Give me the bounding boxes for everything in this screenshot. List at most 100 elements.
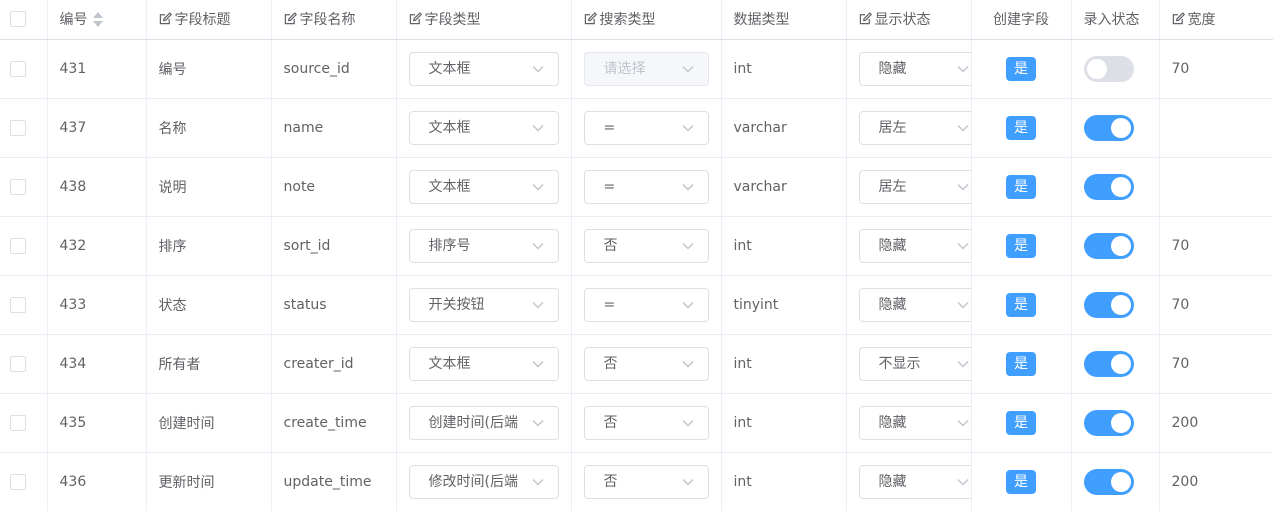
field-type-value: 文本框 xyxy=(428,355,471,372)
row-checkbox[interactable] xyxy=(10,414,26,431)
display-select[interactable]: 隐藏 xyxy=(858,228,970,263)
field-type-select[interactable]: 文本框 xyxy=(408,346,559,381)
row-select-cell xyxy=(0,216,48,276)
chevron-down-icon xyxy=(957,301,968,308)
chevron-down-icon xyxy=(957,360,968,367)
field-type-value: 创建时间(后端 xyxy=(428,414,518,431)
select-all-checkbox[interactable] xyxy=(10,11,26,28)
cell-create: 是 xyxy=(971,98,1072,158)
row-checkbox[interactable] xyxy=(10,296,26,313)
search-type-select[interactable]: 否 xyxy=(583,228,709,263)
header-id[interactable]: 编号 xyxy=(47,0,147,40)
cell-width: 70 xyxy=(1159,216,1273,276)
row-checkbox[interactable] xyxy=(10,237,26,254)
switch-knob xyxy=(1110,235,1131,256)
cell-name: creater_id xyxy=(271,334,397,394)
field-type-value: 文本框 xyxy=(428,60,471,77)
chevron-down-icon xyxy=(957,419,968,426)
cell-name: name xyxy=(271,98,397,158)
cell-data-type: int xyxy=(721,334,847,394)
cell-width: 70 xyxy=(1159,334,1273,394)
chevron-down-icon xyxy=(682,65,693,72)
header-name-label: 字段名称 xyxy=(299,12,356,29)
display-select[interactable]: 隐藏 xyxy=(858,287,970,322)
row-checkbox[interactable] xyxy=(10,355,26,372)
search-type-select[interactable]: = xyxy=(583,287,709,322)
cell-name: update_time xyxy=(271,452,397,511)
header-search-type-label: 搜索类型 xyxy=(599,12,656,29)
field-type-select[interactable]: 创建时间(后端 xyxy=(408,405,559,440)
search-type-select[interactable]: 否 xyxy=(583,464,709,499)
display-value: 隐藏 xyxy=(878,237,907,254)
cell-name: note xyxy=(271,157,397,217)
header-search-type: 搜索类型 xyxy=(571,0,722,40)
chevron-down-icon xyxy=(682,478,693,485)
cell-data-type: tinyint xyxy=(721,275,847,335)
display-select[interactable]: 居左 xyxy=(858,110,970,145)
search-type-value: = xyxy=(603,296,616,313)
chevron-down-icon xyxy=(682,183,693,190)
cell-create: 是 xyxy=(971,393,1072,453)
search-type-value: 否 xyxy=(603,414,618,431)
chevron-down-icon xyxy=(532,183,543,190)
display-select[interactable]: 隐藏 xyxy=(858,405,970,440)
input-switch[interactable] xyxy=(1083,173,1134,200)
field-type-select[interactable]: 开关按钮 xyxy=(408,287,559,322)
field-type-select[interactable]: 文本框 xyxy=(408,110,559,145)
input-switch[interactable] xyxy=(1083,468,1134,495)
cell-create: 是 xyxy=(971,216,1072,276)
search-type-select[interactable]: = xyxy=(583,110,709,145)
cell-name: source_id xyxy=(271,39,397,99)
search-type-select[interactable]: 请选择 xyxy=(583,51,709,86)
cell-width: 200 xyxy=(1159,393,1273,453)
input-switch[interactable] xyxy=(1083,232,1134,259)
row-checkbox[interactable] xyxy=(10,473,26,490)
row-checkbox[interactable] xyxy=(10,178,26,195)
input-switch[interactable] xyxy=(1083,409,1134,436)
edit-icon xyxy=(1172,12,1185,25)
row-checkbox[interactable] xyxy=(10,119,26,136)
create-badge: 是 xyxy=(1006,56,1036,81)
chevron-down-icon xyxy=(532,301,543,308)
cell-data-type: int xyxy=(721,39,847,99)
field-type-select[interactable]: 文本框 xyxy=(408,51,559,86)
cell-create: 是 xyxy=(971,452,1072,511)
chevron-down-icon xyxy=(682,360,693,367)
input-switch[interactable] xyxy=(1083,114,1134,141)
input-switch[interactable] xyxy=(1083,350,1134,377)
display-select[interactable]: 隐藏 xyxy=(858,51,970,86)
search-type-select[interactable]: = xyxy=(583,169,709,204)
display-select[interactable]: 隐藏 xyxy=(858,464,970,499)
cell-search-type: 否 xyxy=(571,334,722,394)
chevron-down-icon xyxy=(957,124,968,131)
create-badge: 是 xyxy=(1006,469,1036,494)
cell-create: 是 xyxy=(971,157,1072,217)
row-select-cell xyxy=(0,157,48,217)
row-checkbox[interactable] xyxy=(10,60,26,77)
field-type-select[interactable]: 排序号 xyxy=(408,228,559,263)
display-value: 隐藏 xyxy=(878,473,907,490)
input-switch[interactable] xyxy=(1083,291,1134,318)
search-type-select[interactable]: 否 xyxy=(583,405,709,440)
header-width-label: 宽度 xyxy=(1187,12,1216,29)
cell-display: 隐藏 xyxy=(846,275,972,335)
row-select-cell xyxy=(0,334,48,394)
input-switch[interactable] xyxy=(1083,55,1134,82)
display-select[interactable]: 居左 xyxy=(858,169,970,204)
switch-knob xyxy=(1110,117,1131,138)
switch-knob xyxy=(1110,176,1131,197)
table-row: 436 更新时间 update_time 修改时间(后端 否 int 隐藏 是 … xyxy=(0,452,1273,511)
cell-width xyxy=(1159,98,1273,158)
cell-display: 居左 xyxy=(846,157,972,217)
field-type-select[interactable]: 文本框 xyxy=(408,169,559,204)
cell-input xyxy=(1071,216,1160,276)
sort-caret-icon[interactable] xyxy=(92,11,105,29)
display-select[interactable]: 不显示 xyxy=(858,346,970,381)
search-type-select[interactable]: 否 xyxy=(583,346,709,381)
row-select-cell xyxy=(0,275,48,335)
chevron-down-icon xyxy=(532,124,543,131)
chevron-down-icon xyxy=(532,65,543,72)
cell-id: 435 xyxy=(47,393,147,453)
table-row: 434 所有者 creater_id 文本框 否 int 不显示 是 70 xyxy=(0,334,1273,394)
field-type-select[interactable]: 修改时间(后端 xyxy=(408,464,559,499)
